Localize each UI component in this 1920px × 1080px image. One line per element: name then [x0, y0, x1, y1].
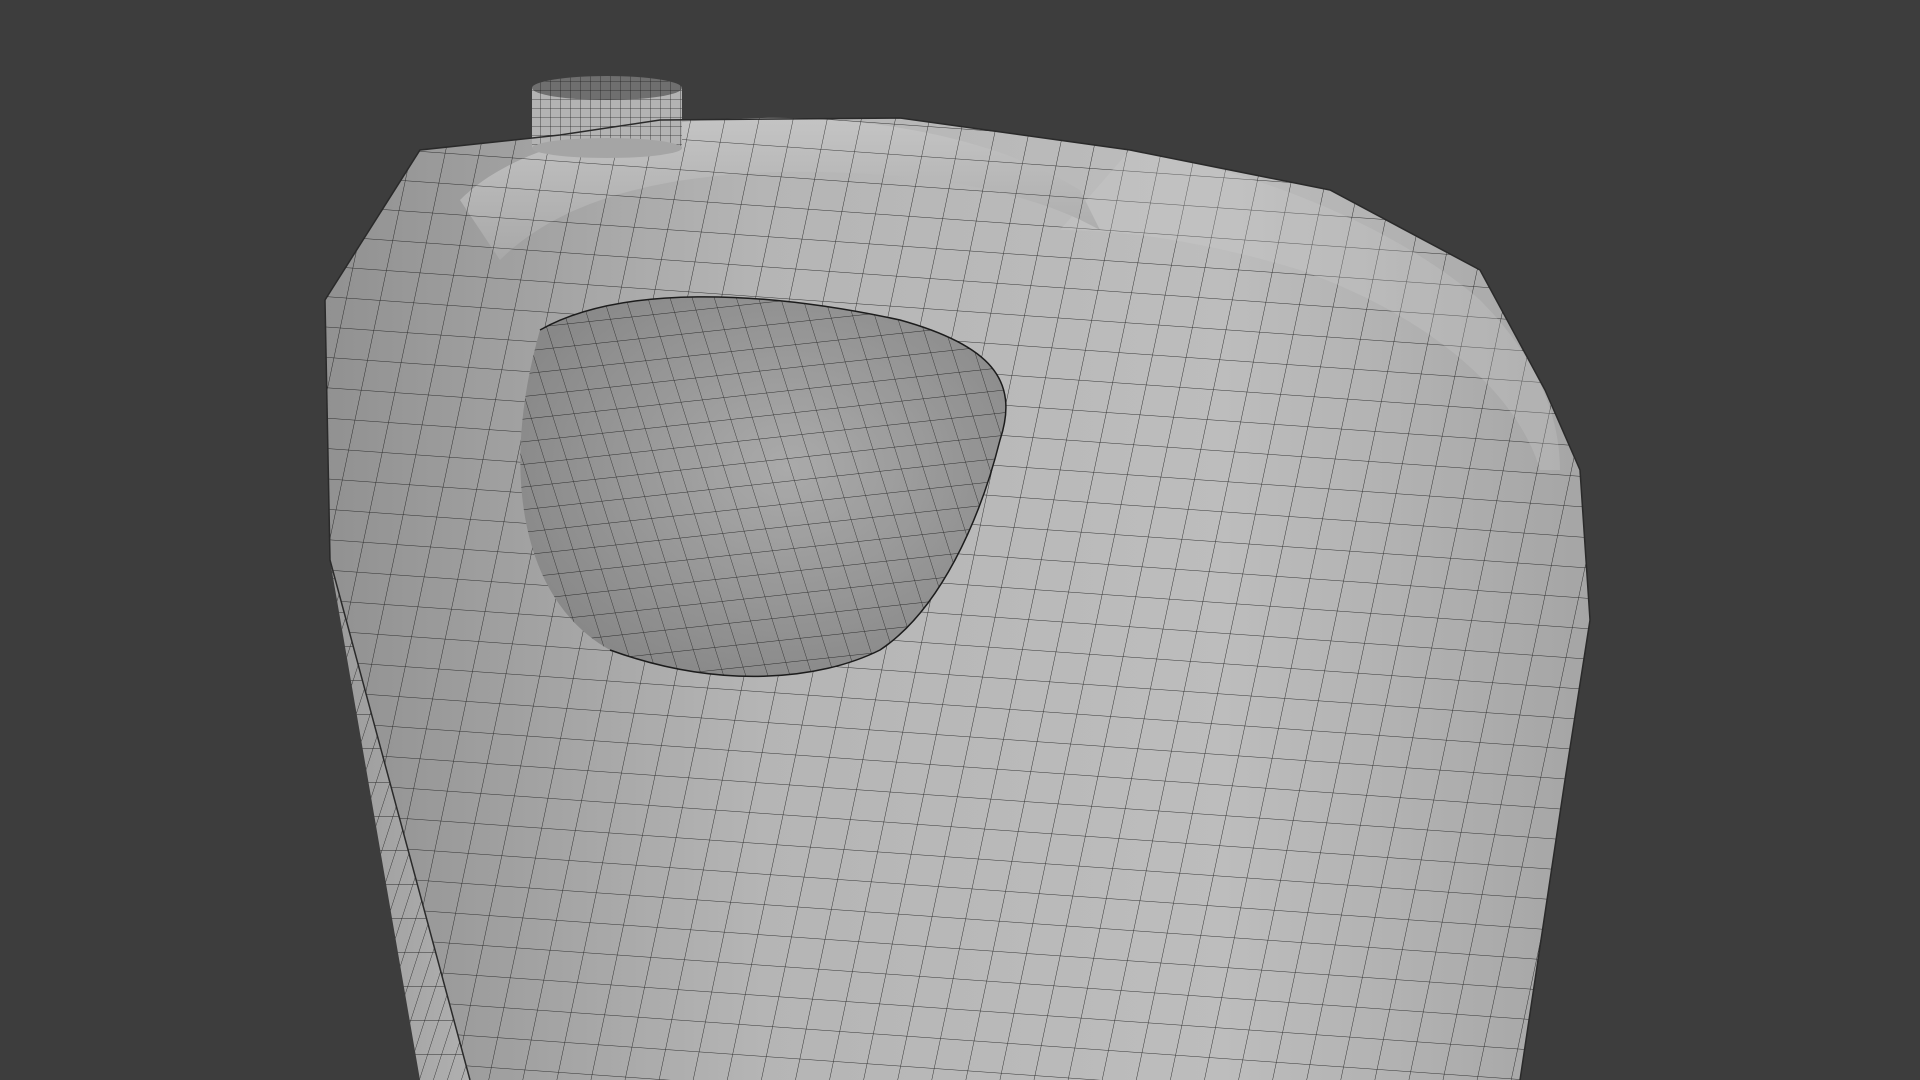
- viewport-canvas[interactable]: [0, 0, 1920, 1080]
- 3d-viewport[interactable]: [0, 0, 1920, 1080]
- mesh-cap: [532, 76, 682, 158]
